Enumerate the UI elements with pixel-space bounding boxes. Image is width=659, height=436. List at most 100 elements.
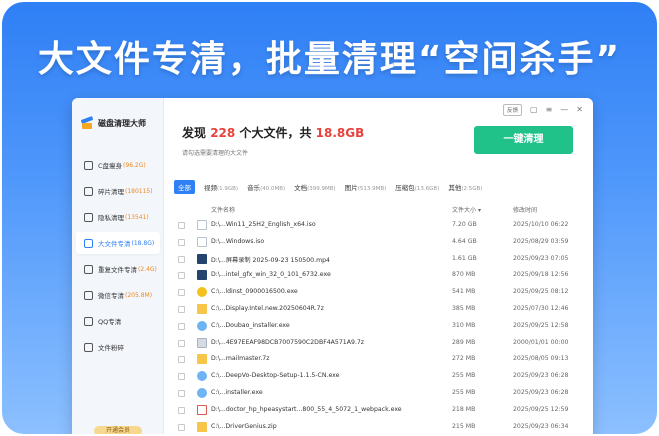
main-panel: 反馈 ▢ ≡ — ✕ 发现 228 个大文件，共 18.8GB 请勾选需要清理的… [164,98,593,434]
nav-icon [84,342,93,352]
sidebar-item-count: (205.8M) [125,291,153,299]
column-size[interactable]: 文件大小 ▾ [452,205,481,214]
file-row[interactable]: D:\...Win11_25H2_English_x64.iso 7.20 GB 2… [164,217,584,234]
promo-headline: 大文件专清，批量清理“空间杀手” [37,39,622,80]
sidebar-item[interactable]: 碎片清理 (180115) [76,180,160,202]
file-size: 1.61 GB [452,254,477,262]
file-row[interactable]: C:\...installer.exe 255 MB 2025/09/23 06:2… [164,385,584,402]
sidebar-item[interactable]: QQ专清 [76,310,160,332]
file-date: 2025/07/30 12:46 [513,304,569,312]
sidebar-item-label: 文件粉碎 [98,344,124,352]
total-size: 18.8GB [315,126,365,140]
nav-icon [84,160,93,170]
file-row[interactable]: C:\...Doubao_installer.exe 310 MB 2025/09/… [164,318,584,335]
sidebar-item-label: 隐私清理 [98,214,124,222]
file-row[interactable]: D:\...mailmaster.7z 272 MB 2025/08/05 09:1… [164,351,584,368]
file-row[interactable]: C:\...ldinst_0900016500.exe 541 MB 2025/09… [164,284,584,301]
file-date: 2025/09/23 06:34 [513,422,569,430]
column-name[interactable]: 文件名称 [211,205,235,214]
category-tab[interactable]: 视频(1.9GB) [204,180,238,194]
file-date: 2025/08/29 03:59 [513,237,569,245]
category-tab[interactable]: 其他(2.5GB) [448,180,482,194]
sidebar-item[interactable]: C盘瘦身 (96.2G) [76,154,160,176]
tab-size: (399.9MB) [307,186,336,192]
row-checkbox[interactable] [178,373,185,381]
sidebar-nav: C盘瘦身 (96.2G) 碎片清理 (180115) 隐私清理 (13541) 大文件专清(… [76,154,160,362]
category-tab[interactable]: 压缩包(13.6GB) [395,180,439,194]
column-date[interactable]: 修改时间 [513,205,537,214]
nav-icon [84,186,93,196]
menu-icon[interactable]: ≡ [546,106,553,114]
sidebar-item-count: (2.4G) [138,265,157,273]
sidebar-item[interactable]: 隐私清理 (13541) [76,206,160,228]
one-click-clean-button[interactable]: 一键清理 [474,126,573,154]
row-checkbox[interactable] [178,238,185,246]
tab-label: 音乐 [247,184,261,192]
file-type-icon [197,371,207,382]
row-checkbox[interactable] [178,339,185,347]
select-hint: 请勾选需要清理的大文件 [182,150,249,157]
file-name: C:\...installer.exe [211,388,263,396]
minimize-icon[interactable]: — [560,106,568,114]
file-row[interactable]: D:\...屏幕录制 2025-09-23 150500.mp4 1.61 GB 2… [164,251,584,268]
sidebar-item[interactable]: 大文件专清 (18.8G) [76,232,160,254]
tab-size: (513.9MB) [357,186,387,192]
row-checkbox[interactable] [178,389,185,397]
table-header: 文件名称 文件大小 ▾ 修改时间 [164,202,584,216]
file-type-icon [197,404,207,415]
file-row[interactable]: D:\...doctor_hp_hpeasystart...800_55_4_5… [164,402,584,419]
vip-button[interactable]: 开通会员 [94,426,142,434]
row-checkbox[interactable] [178,289,185,297]
file-size: 272 MB [452,355,476,363]
file-type-icon [197,220,207,230]
file-date: 2025/10/10 06:22 [513,221,569,228]
sidebar: 磁盘清理大师 C盘瘦身 (96.2G) 碎片清理 (180115) 隐私清理 (13541… [72,98,164,434]
file-size: 541 MB [452,288,476,296]
category-tab[interactable]: 音乐(40.0MB) [247,180,285,194]
row-checkbox[interactable] [178,423,185,431]
category-tab[interactable]: 图片(513.9MB) [345,180,387,194]
file-size: 289 MB [452,338,476,346]
file-size: 255 MB [452,372,476,380]
category-tab[interactable]: 文档(399.9MB) [294,180,336,194]
sidebar-item[interactable]: 文件粉碎 [76,336,160,358]
sidebar-item-count: (13541) [125,213,149,221]
file-name: C:\...DriverGenius.zip [211,422,277,430]
file-type-icon [197,270,207,281]
file-name: C:\...ldinst_0900016500.exe [211,288,298,296]
row-checkbox[interactable] [178,272,185,280]
skin-icon[interactable]: ▢ [530,106,538,114]
nav-icon [84,264,93,274]
row-checkbox[interactable] [178,222,185,229]
sidebar-item[interactable]: 微信专清 (205.8M) [76,284,160,306]
row-checkbox[interactable] [178,255,185,263]
row-checkbox[interactable] [178,406,185,414]
feedback-button[interactable]: 反馈 [503,104,523,116]
close-icon[interactable]: ✕ [576,106,583,114]
sidebar-item-count: (96.2G) [123,161,146,169]
sidebar-item-label: 重复文件专清 [98,266,137,274]
file-type-icon [197,236,207,247]
app-window: 磁盘清理大师 C盘瘦身 (96.2G) 碎片清理 (180115) 隐私清理 (13541… [72,98,593,434]
file-row[interactable]: D:\...intel_gfx_win_32_0_101_6732.exe 870… [164,267,584,284]
tab-label: 文档 [294,184,308,192]
row-checkbox[interactable] [178,356,185,364]
file-row[interactable]: C:\...Display.Intel.new.20250604R.7z 385 … [164,301,584,318]
file-row[interactable]: D:\...Windows.iso 4.64 GB 2025/08/29 03:59 [164,234,584,251]
file-row[interactable]: D:\...4E97EEAF98DCB7007590C2DBF4A571A9.7… [164,335,584,352]
file-row[interactable]: C:\...DeepVo-Desktop-Setup-1.1.5-CN.exe 2… [164,368,584,385]
tab-label: 压缩包 [395,184,415,192]
tab-label: 其他 [448,184,462,192]
tab-label: 视频 [204,184,217,192]
file-row[interactable]: C:\...DriverGenius.zip 215 MB 2025/09/23 0… [164,419,584,434]
sort-down-icon: ▾ [477,207,481,214]
row-checkbox[interactable] [178,322,185,330]
category-tab[interactable]: 全部 [174,180,195,194]
sidebar-item[interactable]: 重复文件专清 (2.4G) [76,258,160,280]
file-name: D:\...Win11_25H2_English_x64.iso [211,221,316,228]
file-date: 2025/09/23 06:28 [513,372,569,380]
row-checkbox[interactable] [178,305,185,313]
file-date: 2025/09/23 06:28 [513,388,569,396]
file-name: D:\...屏幕录制 2025-09-23 150500.mp4 [211,256,330,264]
broom-icon [80,116,94,130]
